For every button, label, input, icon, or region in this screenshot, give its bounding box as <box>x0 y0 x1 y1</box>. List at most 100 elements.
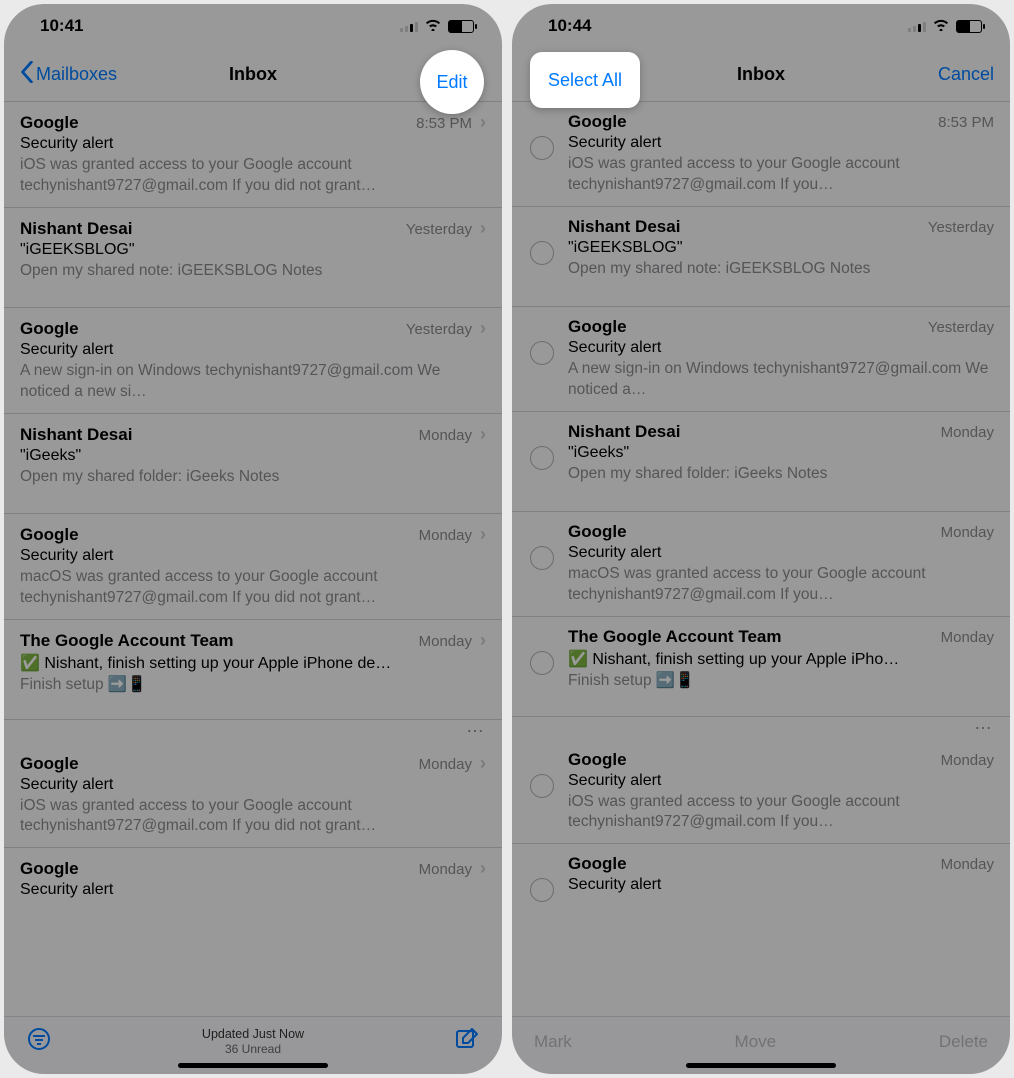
email-sender: The Google Account Team <box>568 627 933 647</box>
email-sender: Google <box>568 112 930 132</box>
wifi-icon <box>932 16 950 36</box>
email-subject: ✅ Nishant, finish setting up your Apple … <box>568 649 994 669</box>
email-sender: Google <box>568 750 933 770</box>
email-subject: "iGeeks" <box>568 444 994 462</box>
status-bar: 10:41 <box>4 4 502 48</box>
email-list[interactable]: Google 8:53 PM › Security alert iOS was gran… <box>4 102 502 1016</box>
email-subject: "iGeeks" <box>20 447 486 465</box>
chevron-right-icon: › <box>480 753 486 774</box>
email-row[interactable]: GoogleYesterday›Security alertA new sign… <box>4 308 502 414</box>
select-all-button[interactable]: Select All <box>530 52 640 108</box>
back-label: Mailboxes <box>36 64 117 85</box>
email-sender: Google <box>20 859 411 879</box>
email-row[interactable]: GoogleMondaySecurity alert <box>512 844 1010 944</box>
email-sender: The Google Account Team <box>20 631 411 651</box>
email-subject: Security alert <box>20 776 486 794</box>
move-button[interactable]: Move <box>735 1032 777 1052</box>
email-sender: Nishant Desai <box>20 219 398 239</box>
more-actions-icon[interactable]: … <box>4 716 502 743</box>
email-preview: macOS was granted access to your Google … <box>20 567 486 609</box>
email-sender: Google <box>568 522 933 542</box>
email-row[interactable]: The Google Account TeamMonday›✅ Nishant,… <box>4 620 502 720</box>
battery-icon <box>956 20 982 33</box>
email-preview: iOS was granted access to your Google ac… <box>20 155 486 197</box>
email-time: Monday <box>419 527 472 544</box>
email-subject: Security alert <box>20 341 486 359</box>
more-actions-icon[interactable]: … <box>512 713 1010 740</box>
chevron-right-icon: › <box>480 630 486 651</box>
chevron-right-icon: › <box>480 112 486 133</box>
email-preview: iOS was granted access to your Google ac… <box>20 796 486 838</box>
email-sender: Google <box>20 113 408 133</box>
email-preview: iOS was granted access to your Google ac… <box>568 792 994 834</box>
email-row[interactable]: GoogleYesterdaySecurity alertA new sign-… <box>512 307 1010 412</box>
email-preview: macOS was granted access to your Google … <box>568 564 994 606</box>
select-checkbox[interactable] <box>530 651 554 675</box>
home-indicator[interactable] <box>686 1063 836 1068</box>
email-sender: Nishant Desai <box>568 217 920 237</box>
email-row[interactable]: The Google Account Team Monday ✅ Nishant, … <box>512 617 1010 717</box>
email-sender: Nishant Desai <box>568 422 933 442</box>
select-checkbox[interactable] <box>530 774 554 798</box>
clock: 10:44 <box>548 16 591 36</box>
email-time: Yesterday <box>928 219 994 236</box>
email-subject: Security alert <box>568 339 994 357</box>
edit-button[interactable]: Edit <box>420 50 484 114</box>
email-sender: Nishant Desai <box>20 425 411 445</box>
email-subject: Security alert <box>20 881 486 899</box>
email-preview: Finish setup ➡️📱 <box>20 675 486 696</box>
email-preview: Open my shared folder: iGeeks Notes <box>20 467 486 488</box>
select-checkbox[interactable] <box>530 136 554 160</box>
home-indicator[interactable] <box>178 1063 328 1068</box>
select-checkbox[interactable] <box>530 546 554 570</box>
email-time: Yesterday <box>406 321 472 338</box>
email-row[interactable]: Google Monday Security alert iOS was grante… <box>512 740 1010 845</box>
clock: 10:41 <box>40 16 83 36</box>
select-checkbox[interactable] <box>530 341 554 365</box>
email-row[interactable]: GoogleMonday›Security alertiOS was grant… <box>4 743 502 849</box>
screenshot-before-edit: 10:41 Mailboxes Inbox Edit Google8:53 PM… <box>4 4 502 1074</box>
email-preview: Open my shared note: iGEEKSBLOG Notes <box>20 261 486 282</box>
email-time: 8:53 PM <box>416 115 472 132</box>
email-time: Yesterday <box>928 319 994 336</box>
back-button[interactable]: Mailboxes <box>20 61 120 88</box>
wifi-icon <box>424 16 442 36</box>
email-subject: Security alert <box>568 134 994 152</box>
email-subject: "iGEEKSBLOG" <box>20 241 486 259</box>
toolbar-status: Updated Just Now 36 Unread <box>4 1027 502 1056</box>
status-bar: 10:44 <box>512 4 1010 48</box>
select-checkbox[interactable] <box>530 241 554 265</box>
email-row[interactable]: Google8:53 PMSecurity alertiOS was grant… <box>512 102 1010 207</box>
cancel-button[interactable]: Cancel <box>894 64 994 85</box>
chevron-right-icon: › <box>480 524 486 545</box>
email-time: Monday <box>941 629 994 646</box>
email-time: Monday <box>941 856 994 873</box>
select-checkbox[interactable] <box>530 878 554 902</box>
select-checkbox[interactable] <box>530 446 554 470</box>
email-subject: Security alert <box>568 876 994 894</box>
email-time: Monday <box>419 633 472 650</box>
email-row[interactable]: GoogleMonday›Security alertmacOS was gra… <box>4 514 502 620</box>
email-list-edit[interactable]: Google 8:53 PM Security alert iOS was grant… <box>512 102 1010 1016</box>
email-row[interactable]: Google8:53 PM›Security alertiOS was gran… <box>4 102 502 208</box>
email-row[interactable]: Nishant DesaiMonday"iGeeks"Open my share… <box>512 412 1010 512</box>
email-row[interactable]: Nishant DesaiMonday›"iGeeks"Open my shar… <box>4 414 502 514</box>
email-subject: "iGEEKSBLOG" <box>568 239 994 257</box>
chevron-right-icon: › <box>480 858 486 879</box>
delete-button[interactable]: Delete <box>939 1032 988 1052</box>
email-subject: Security alert <box>20 547 486 565</box>
email-row[interactable]: GoogleMondaySecurity alertmacOS was gran… <box>512 512 1010 617</box>
email-row[interactable]: GoogleMonday›Security alert <box>4 848 502 948</box>
email-time: 8:53 PM <box>938 114 994 131</box>
mark-button[interactable]: Mark <box>534 1032 572 1052</box>
email-row[interactable]: Nishant DesaiYesterday"iGEEKSBLOG"Open m… <box>512 207 1010 307</box>
email-subject: Security alert <box>568 772 994 790</box>
signal-icon <box>908 20 926 32</box>
email-time: Monday <box>941 752 994 769</box>
email-time: Monday <box>419 756 472 773</box>
email-time: Monday <box>941 524 994 541</box>
email-time: Monday <box>941 424 994 441</box>
email-row[interactable]: Nishant DesaiYesterday›"iGEEKSBLOG"Open … <box>4 208 502 308</box>
email-preview: A new sign-in on Windows techynishant972… <box>20 361 486 403</box>
email-sender: Google <box>20 319 398 339</box>
